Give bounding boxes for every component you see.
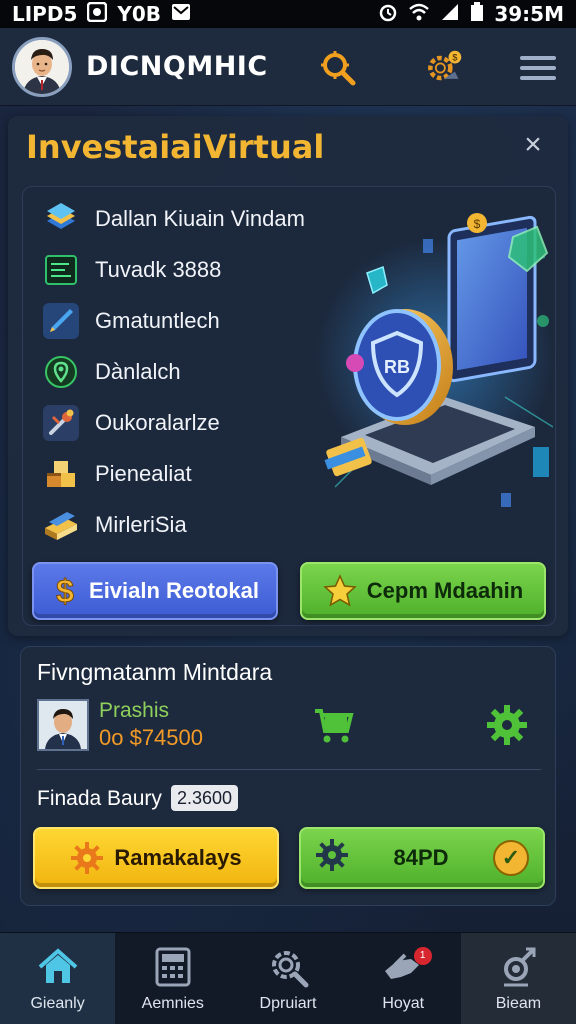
- settings-gear-icon[interactable]: [485, 703, 529, 747]
- nav-item-calculator[interactable]: Aemnies: [115, 933, 230, 1024]
- menu-list: Dallan Kiuain Vindam Tuvadk 3888 Gmatunt…: [43, 193, 333, 550]
- search-icon[interactable]: [318, 48, 358, 88]
- menu-item-0[interactable]: Dallan Kiuain Vindam: [43, 193, 333, 244]
- cart-icon[interactable]: [311, 703, 355, 747]
- green-action-button[interactable]: 84PD ✓: [299, 827, 545, 889]
- check-icon: ✓: [492, 840, 529, 876]
- nav-item-settings[interactable]: Bieam: [460, 933, 576, 1024]
- close-icon[interactable]: ×: [516, 128, 550, 162]
- gear-dark-icon: [315, 838, 349, 878]
- menu-item-1[interactable]: Tuvadk 3888: [43, 244, 333, 295]
- nav-label: Hoyat: [382, 994, 425, 1012]
- status-time: 39:5M: [494, 2, 564, 26]
- notification-gear-icon[interactable]: $: [424, 48, 464, 88]
- menu-icon[interactable]: [518, 48, 558, 88]
- gear-orange-icon: [70, 841, 104, 875]
- status-bar: LIPD5 Y0B 39:5M: [0, 0, 576, 28]
- menu-label: Dànlalch: [95, 358, 181, 384]
- menu-label: Dallan Kiuain Vindam: [95, 205, 305, 231]
- app-header: DICNQMHIC $: [0, 28, 576, 106]
- nav-label: Aemnies: [141, 994, 204, 1012]
- green-action-label: 84PD: [393, 845, 449, 870]
- calculator-icon: [151, 945, 195, 989]
- wifi-icon: [408, 2, 430, 27]
- nav-label: Bieam: [495, 994, 542, 1012]
- app-name: DICNQMHIC: [86, 51, 268, 82]
- profile-name: Prashis: [99, 699, 170, 722]
- signal-icon: [440, 2, 460, 27]
- menu-label: Gmatuntlech: [95, 307, 220, 333]
- svg-text:RB: RB: [384, 357, 410, 377]
- tools-icon: [43, 404, 79, 441]
- bottom-navigation: Gieanly Aemnies Dpruiart 1 Hoyat Bieam: [0, 932, 576, 1024]
- location-pin-icon: [43, 354, 79, 390]
- pen-tool-icon: [43, 302, 79, 339]
- status-left-text: LIPD5: [12, 2, 78, 26]
- profile-card: Fivngmatanm Mintdara Prashis 0o $74500 F…: [20, 646, 556, 906]
- menu-item-5[interactable]: Pienealiat: [43, 448, 333, 499]
- menu-item-4[interactable]: Oukoralarlze: [43, 397, 333, 448]
- settings-person-icon: [496, 945, 540, 989]
- profile-avatar[interactable]: [12, 36, 72, 97]
- svg-text:$: $: [452, 53, 457, 63]
- divider: [37, 769, 541, 770]
- magnifier-gear-icon: [266, 945, 310, 989]
- svg-text:$: $: [56, 574, 74, 608]
- stacked-cards-icon: [43, 201, 79, 237]
- nav-label: Gieanly: [30, 994, 85, 1012]
- profile-card-title: Fivngmatanm Mintdara: [37, 659, 273, 685]
- menu-item-6[interactable]: MirleriSia: [43, 499, 333, 550]
- user-avatar[interactable]: [37, 699, 89, 751]
- menu-label: Pienealiat: [95, 460, 192, 486]
- finance-value-badge: 2.3600: [171, 785, 239, 811]
- nav-item-search[interactable]: Dpruiart: [230, 933, 345, 1024]
- secondary-action-button[interactable]: Cepm Mdaahin: [300, 562, 546, 620]
- alarm-icon: [378, 2, 398, 27]
- blocks-icon: [43, 456, 79, 492]
- primary-action-label: Eivialn Reotokal: [89, 578, 259, 603]
- battery-icon: [470, 1, 484, 27]
- books-icon: [43, 507, 79, 543]
- notification-badge: 1: [413, 947, 432, 965]
- profile-amount: 0o $74500: [99, 725, 203, 750]
- menu-item-3[interactable]: Dànlalch: [43, 346, 333, 397]
- card-title: InvestaiaiVirtual: [26, 128, 325, 166]
- menu-label: Oukoralarlze: [95, 409, 220, 435]
- terminal-screen-icon: [43, 252, 79, 288]
- status-carrier-text: Y0B: [117, 2, 162, 26]
- secondary-action-label: Cepm Mdaahin: [366, 578, 524, 603]
- mail-icon: [171, 2, 191, 27]
- menu-label: MirleriSia: [95, 511, 187, 537]
- investment-card: InvestaiaiVirtual × Dallan Kiuain Vindam…: [8, 116, 568, 636]
- dollar-icon: $: [51, 574, 79, 608]
- menu-panel: Dallan Kiuain Vindam Tuvadk 3888 Gmatunt…: [22, 186, 556, 626]
- svg-text:$: $: [474, 217, 481, 231]
- check-glyph: ✓: [501, 845, 521, 870]
- nav-label: Dpruiart: [259, 994, 317, 1012]
- yellow-action-button[interactable]: Ramakalays: [33, 827, 279, 889]
- nav-item-home[interactable]: Gieanly: [0, 933, 116, 1024]
- home-icon: [36, 945, 80, 989]
- menu-item-2[interactable]: Gmatuntlech: [43, 295, 333, 346]
- finance-label: Finada Baury: [37, 787, 162, 810]
- menu-label: Tuvadk 3888: [95, 256, 222, 282]
- security-laptop-illustration: RB $: [305, 197, 555, 537]
- primary-action-button[interactable]: $ Eivialn Reotokal: [32, 562, 278, 620]
- yellow-action-label: Ramakalays: [114, 845, 242, 870]
- record-icon: [87, 1, 108, 27]
- nav-item-hand[interactable]: 1 Hoyat: [346, 933, 461, 1024]
- star-icon: [322, 574, 357, 608]
